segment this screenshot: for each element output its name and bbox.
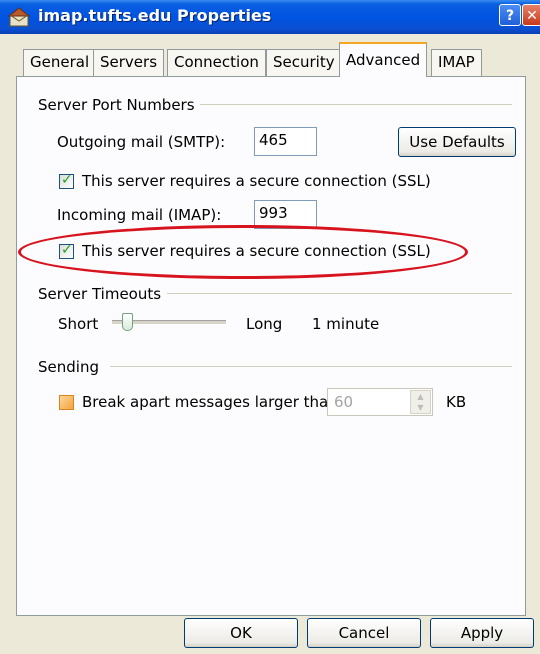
group-divider <box>167 293 512 294</box>
tab-general[interactable]: General <box>23 49 97 76</box>
apply-button[interactable]: Apply <box>430 618 534 648</box>
incoming-ssl-label: This server requires a secure connection… <box>82 242 431 260</box>
close-button[interactable]: ✕ <box>522 4 540 26</box>
window-title: imap.tufts.edu Properties <box>38 6 272 25</box>
timeout-slider-thumb[interactable] <box>122 313 134 331</box>
use-defaults-button[interactable]: Use Defaults <box>398 127 516 157</box>
group-divider <box>200 104 512 105</box>
ok-button[interactable]: OK <box>184 618 298 648</box>
break-apart-label: Break apart messages larger than <box>82 393 338 411</box>
tab-servers[interactable]: Servers <box>93 49 165 76</box>
title-bar[interactable]: imap.tufts.edu Properties ? ✕ <box>0 0 540 34</box>
timeout-short-label: Short <box>58 315 99 333</box>
sending-heading: Sending <box>38 358 99 376</box>
server-port-numbers-heading: Server Port Numbers <box>38 96 195 114</box>
outgoing-mail-label: Outgoing mail (SMTP): <box>57 133 226 151</box>
outgoing-ssl-checkbox[interactable]: ✓ <box>59 172 74 189</box>
checkmark-icon: ✓ <box>61 242 73 258</box>
incoming-mail-label: Incoming mail (IMAP): <box>57 206 222 224</box>
outgoing-ssl-label: This server requires a secure connection… <box>82 172 431 190</box>
help-button[interactable]: ? <box>499 4 521 26</box>
tab-security[interactable]: Security <box>266 49 342 76</box>
incoming-port-input[interactable]: 993 <box>254 200 317 229</box>
size-unit-label: KB <box>446 393 467 411</box>
advanced-panel <box>16 76 526 616</box>
tab-imap[interactable]: IMAP <box>431 49 482 76</box>
incoming-ssl-checkbox[interactable]: ✓ <box>59 242 74 259</box>
timeout-long-label: Long <box>246 315 283 333</box>
checkmark-icon: ✓ <box>61 172 73 188</box>
cancel-button[interactable]: Cancel <box>307 618 421 648</box>
group-divider <box>110 366 512 367</box>
tab-connection[interactable]: Connection <box>167 49 266 76</box>
spin-down-icon[interactable]: ▼ <box>411 402 430 413</box>
spin-up-icon[interactable]: ▲ <box>411 391 430 402</box>
outgoing-port-input[interactable]: 465 <box>254 127 317 156</box>
mail-server-icon <box>8 7 30 27</box>
timeout-value: 1 minute <box>312 315 380 333</box>
tab-advanced[interactable]: Advanced <box>339 42 428 77</box>
server-timeouts-heading: Server Timeouts <box>38 285 162 303</box>
message-size-spinner[interactable]: ▲ ▼ <box>410 390 431 414</box>
break-apart-checkbox[interactable] <box>59 395 74 410</box>
